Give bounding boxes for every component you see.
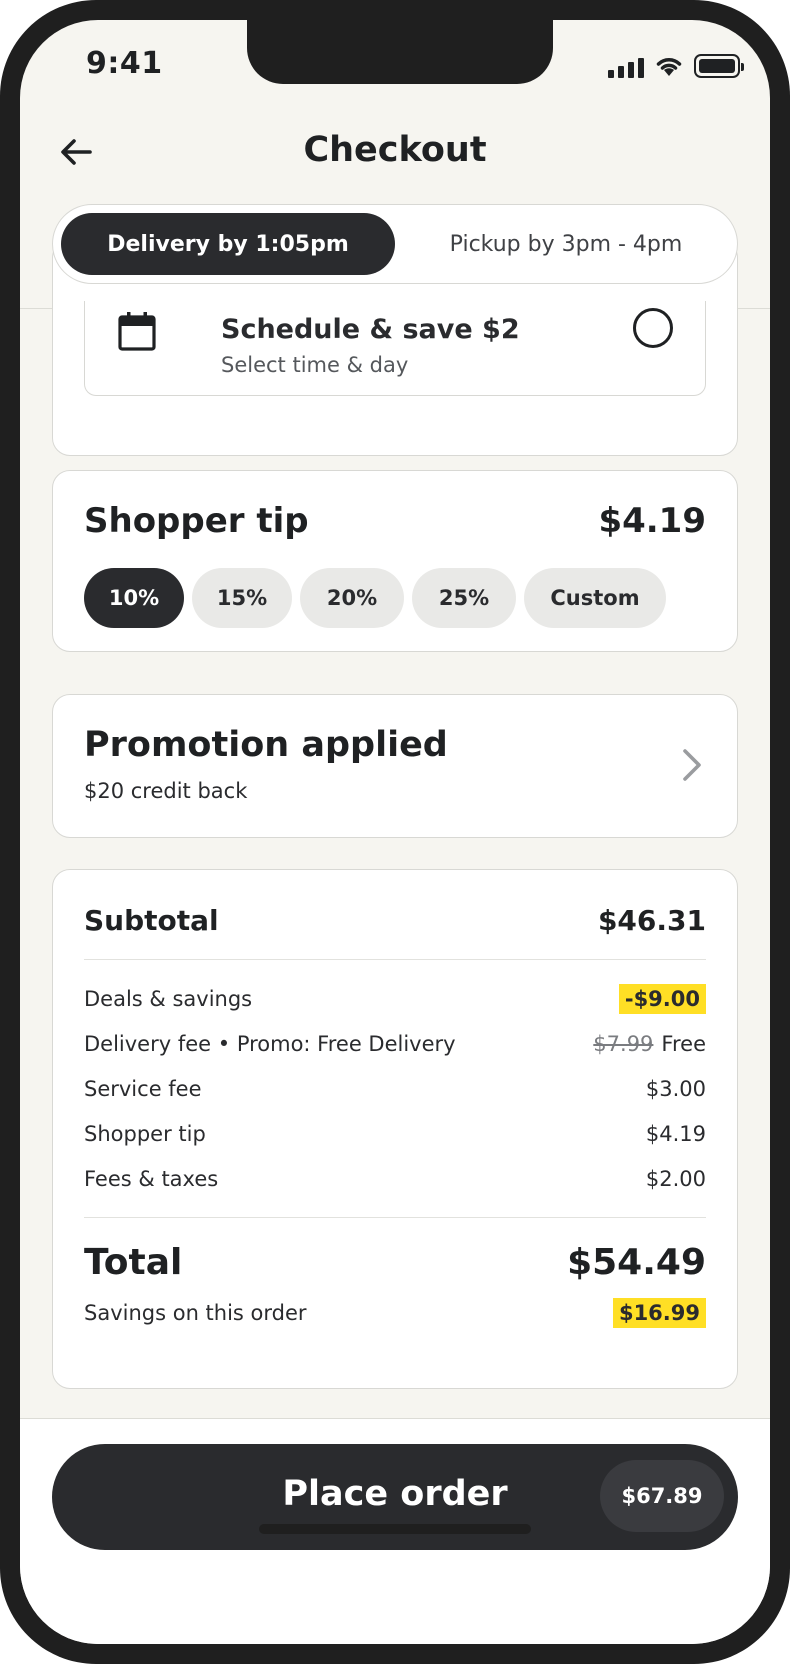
promotion-card[interactable]: Promotion applied $20 credit back — [52, 694, 738, 838]
original-delivery-fee: $7.99 — [593, 1032, 654, 1056]
line-label: Service fee — [84, 1077, 202, 1101]
summary-divider — [84, 1217, 706, 1218]
order-summary-card: Subtotal $46.31 Deals & savings -$9.00 D… — [52, 869, 738, 1389]
home-indicator — [259, 1524, 531, 1534]
promotion-title: Promotion applied — [84, 725, 448, 765]
savings-value: $16.99 — [612, 1298, 706, 1328]
total-label: Total — [84, 1241, 183, 1283]
summary-line: Fees & taxes $2.00 — [84, 1163, 706, 1195]
total-row: Total $54.49 — [84, 1237, 706, 1287]
battery-icon — [694, 54, 744, 78]
summary-line: Service fee $3.00 — [84, 1073, 706, 1105]
schedule-subtitle: Select time & day — [221, 353, 409, 377]
cellular-signal-icon — [608, 58, 644, 78]
phone-frame: 9:41 Checkout Schedule & save $2 Select … — [0, 0, 790, 1664]
shopper-tip-card: Shopper tip $4.19 10% 15% 20% 25% Custom — [52, 470, 738, 652]
line-label: Delivery fee • Promo: Free Delivery — [84, 1032, 456, 1056]
summary-line: Shopper tip $4.19 — [84, 1118, 706, 1150]
chevron-right-icon — [683, 749, 701, 781]
tip-option-25[interactable]: 25% — [412, 568, 516, 628]
fulfillment-toggle: Delivery by 1:05pm Pickup by 3pm - 4pm — [52, 204, 738, 284]
schedule-radio[interactable] — [633, 308, 673, 348]
line-label: Fees & taxes — [84, 1167, 219, 1191]
tip-option-custom[interactable]: Custom — [524, 568, 666, 628]
summary-line: Delivery fee • Promo: Free Delivery $7.9… — [84, 1028, 706, 1060]
delivery-fee-free: Free — [661, 1032, 706, 1056]
notch — [247, 20, 553, 84]
tab-delivery[interactable]: Delivery by 1:05pm — [61, 213, 395, 275]
screen: 9:41 Checkout Schedule & save $2 Select … — [20, 20, 770, 1644]
tip-option-10[interactable]: 10% — [84, 568, 184, 628]
subtotal-value: $46.31 — [597, 903, 706, 937]
line-value: $2.00 — [645, 1167, 706, 1191]
status-time: 9:41 — [86, 46, 163, 81]
summary-divider — [84, 959, 706, 960]
summary-line: Deals & savings -$9.00 — [84, 983, 706, 1015]
line-label: Shopper tip — [84, 1122, 206, 1146]
savings-label: Savings on this order — [84, 1301, 307, 1325]
tip-option-15[interactable]: 15% — [192, 568, 292, 628]
savings-row: Savings on this order $16.99 — [84, 1297, 706, 1329]
subtotal-row: Subtotal $46.31 — [84, 900, 706, 940]
order-price-pill: $67.89 — [600, 1460, 724, 1532]
page-title: Checkout — [303, 130, 487, 170]
tip-option-20[interactable]: 20% — [300, 568, 404, 628]
line-value: $3.00 — [645, 1077, 706, 1101]
calendar-icon — [118, 312, 156, 351]
subtotal-label: Subtotal — [84, 903, 219, 937]
tip-title: Shopper tip — [84, 501, 309, 541]
deals-savings-value: -$9.00 — [618, 984, 706, 1014]
wifi-icon — [656, 57, 682, 76]
status-icons — [608, 54, 744, 78]
header: Checkout — [20, 118, 770, 184]
schedule-option[interactable]: Schedule & save $2 Select time & day — [84, 301, 706, 396]
total-value: $54.49 — [567, 1241, 706, 1283]
delivery-fee-value: $7.99 Free — [593, 1032, 706, 1056]
tab-pickup[interactable]: Pickup by 3pm - 4pm — [401, 213, 731, 275]
schedule-title: Schedule & save $2 — [221, 314, 520, 345]
line-label: Deals & savings — [84, 987, 253, 1011]
line-value: $4.19 — [645, 1122, 706, 1146]
tip-amount: $4.19 — [598, 501, 706, 541]
place-order-button[interactable]: Place order $67.89 — [52, 1444, 738, 1550]
promotion-subtitle: $20 credit back — [84, 779, 248, 803]
